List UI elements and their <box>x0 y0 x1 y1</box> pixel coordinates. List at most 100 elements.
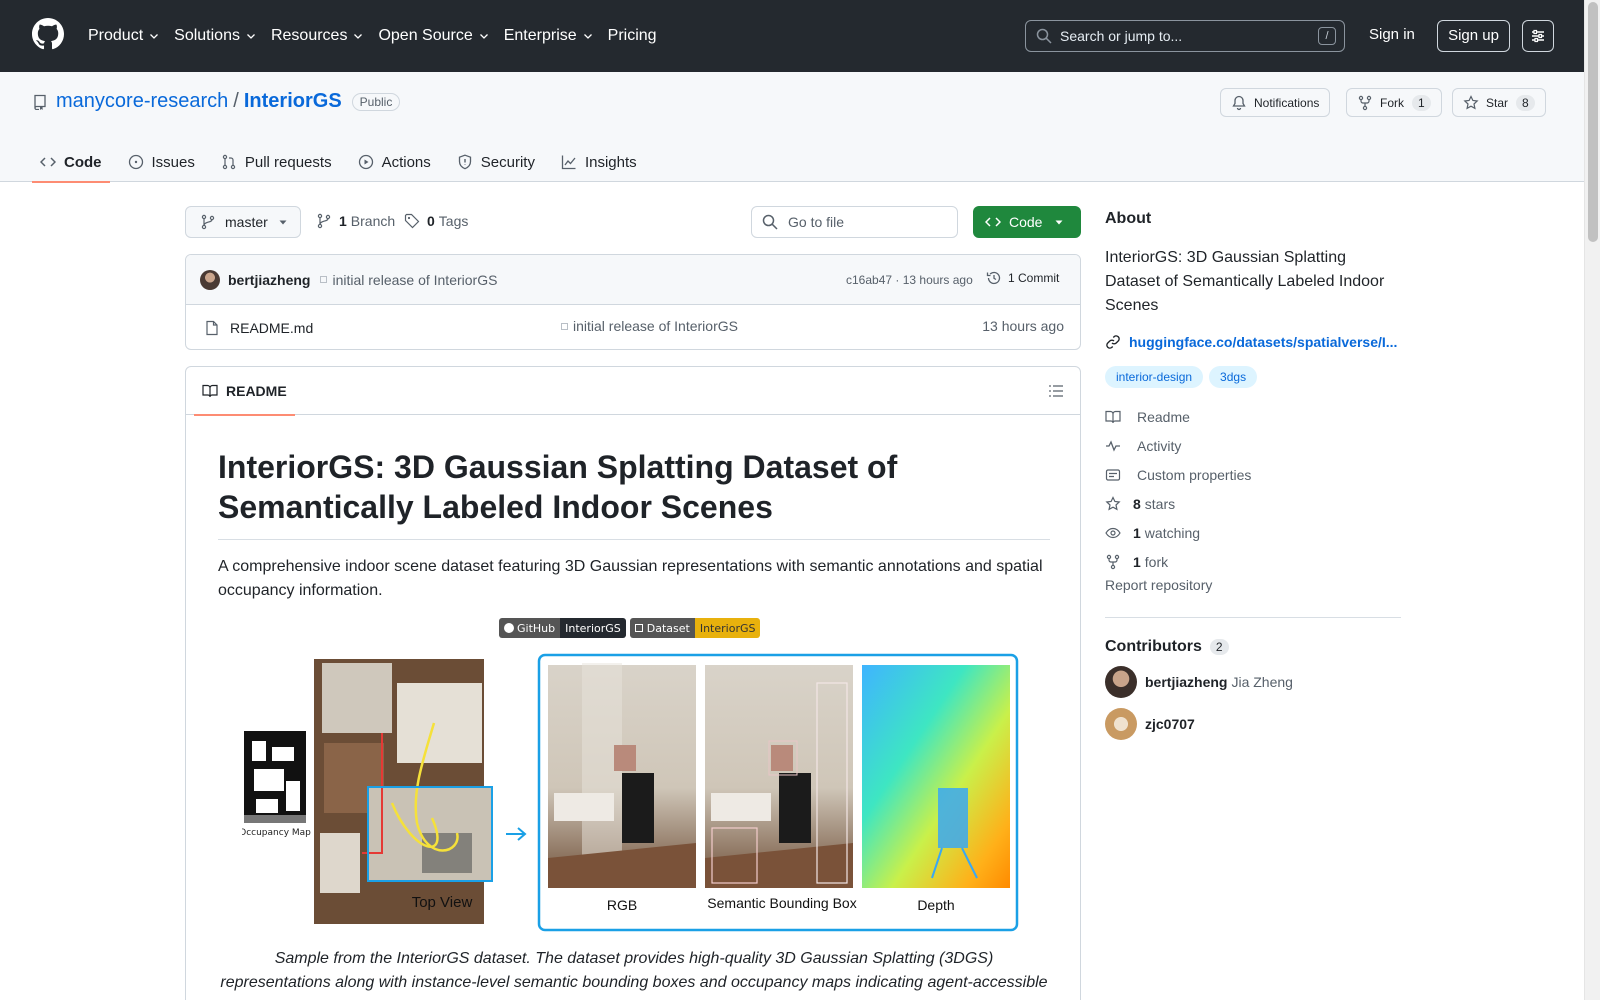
branches-link[interactable]: 1 Branch <box>316 213 395 229</box>
about-heading: About <box>1105 210 1152 227</box>
bell-icon <box>1232 95 1246 110</box>
depth-view: Depth <box>862 665 1010 913</box>
avatar[interactable] <box>1105 666 1137 698</box>
avatar[interactable] <box>200 269 220 290</box>
list-outline-icon[interactable] <box>1048 383 1064 399</box>
custom-properties-link[interactable]: Custom properties <box>1105 460 1401 489</box>
star-icon <box>1105 495 1121 510</box>
star-button[interactable]: Star 8 <box>1452 88 1546 117</box>
commit-author-link[interactable]: bertjiazheng <box>228 272 310 288</box>
history-icon <box>986 271 1001 285</box>
topic-tag[interactable]: interior-design <box>1105 366 1204 388</box>
semantic-bbox-view: Semantic Bounding Box <box>705 665 857 911</box>
topic-tag[interactable]: 3dgs <box>1209 366 1258 388</box>
forks-link[interactable]: 1 fork <box>1105 547 1401 576</box>
file-name-link[interactable]: README.md <box>230 320 313 336</box>
repo-tabs: Code Issues Pull requests Actions Securi… <box>32 142 655 183</box>
graph-icon <box>561 155 576 170</box>
tab-pull-requests[interactable]: Pull requests <box>213 142 340 182</box>
caret-down-icon <box>1055 220 1063 225</box>
stars-link[interactable]: 8 stars <box>1105 489 1401 518</box>
fork-icon <box>1106 554 1120 569</box>
search-shortcut-key: / <box>1318 27 1336 45</box>
database-icon <box>634 624 643 632</box>
commit-sha-time[interactable]: c16ab47 · 13 hours ago <box>846 273 973 287</box>
star-count: 8 <box>1516 94 1535 111</box>
file-icon <box>206 320 218 335</box>
nav-solutions[interactable]: Solutions <box>174 27 257 45</box>
code-dropdown-button[interactable]: Code <box>973 206 1081 238</box>
book-icon <box>1105 410 1121 423</box>
eye-icon <box>1105 527 1121 538</box>
file-commit-date: 13 hours ago <box>982 318 1064 334</box>
repo-name-link[interactable]: InteriorGS <box>244 90 342 113</box>
branch-icon <box>317 213 331 229</box>
tab-actions[interactable]: Actions <box>350 142 439 182</box>
commit-message-link[interactable]: initial release of InteriorGS <box>320 272 497 288</box>
nav-open-source[interactable]: Open Source <box>378 27 489 45</box>
repository-header: manycore-research / InteriorGS Public No… <box>0 72 1584 183</box>
report-repository-link[interactable]: Report repository <box>1105 577 1401 601</box>
file-list: bertjiazheng initial release of Interior… <box>185 254 1081 350</box>
search-icon <box>1036 28 1052 44</box>
watchers-link[interactable]: 1 watching <box>1105 518 1401 547</box>
github-logo-icon[interactable] <box>32 18 64 50</box>
readme-link[interactable]: Readme <box>1105 402 1401 431</box>
chevron-down-icon <box>583 34 592 39</box>
nav-resources[interactable]: Resources <box>271 27 364 45</box>
tab-insights[interactable]: Insights <box>553 142 645 182</box>
caret-down-icon <box>279 220 287 225</box>
repo-owner-link[interactable]: manycore-research <box>56 90 228 113</box>
activity-link[interactable]: Activity <box>1105 431 1401 460</box>
readme-tab[interactable]: README <box>194 367 295 416</box>
branch-icon <box>201 214 215 230</box>
search-icon <box>762 214 778 230</box>
scrollbar-thumb[interactable] <box>1588 2 1598 242</box>
notifications-button[interactable]: Notifications <box>1220 88 1331 117</box>
topics: interior-design 3dgs <box>1105 366 1401 388</box>
github-badge[interactable]: GitHub InteriorGS <box>499 618 626 638</box>
page-scrollbar[interactable] <box>1584 0 1600 1000</box>
tab-issues[interactable]: Issues <box>120 142 203 182</box>
homepage-link[interactable]: huggingface.co/datasets/spatialverse/I..… <box>1105 334 1401 350</box>
pull-request-icon <box>222 154 236 170</box>
code-icon <box>40 157 56 167</box>
arrow-right-icon <box>506 827 527 841</box>
branch-selector-button[interactable]: master <box>185 206 301 238</box>
star-icon <box>1463 94 1479 109</box>
nav-enterprise[interactable]: Enterprise <box>504 27 594 45</box>
shield-icon <box>458 154 471 170</box>
top-view-label: Top View <box>412 894 473 911</box>
dataset-badge[interactable]: Dataset InteriorGS <box>629 618 761 638</box>
about-stats: Readme Activity Custom properties 8 stars… <box>1105 402 1401 576</box>
fork-icon <box>1358 95 1372 110</box>
avatar[interactable] <box>1105 708 1137 740</box>
code-icon <box>985 217 1001 227</box>
contributors-heading: Contributors 2 <box>1105 638 1401 656</box>
tab-security[interactable]: Security <box>449 142 543 182</box>
global-header: Product Solutions Resources Open Source … <box>0 0 1600 72</box>
repo-icon <box>34 94 46 110</box>
fork-button[interactable]: Fork 1 <box>1346 88 1442 117</box>
contributor-item[interactable]: zjc0707 <box>1105 708 1401 740</box>
contributor-item[interactable]: bertjiazheng Jia Zheng <box>1105 666 1401 698</box>
play-icon <box>358 154 373 170</box>
sign-in-link[interactable]: Sign in <box>1369 26 1415 43</box>
repo-title: manycore-research / InteriorGS Public <box>32 90 401 113</box>
link-icon <box>1106 335 1120 349</box>
nav-product[interactable]: Product <box>88 27 160 45</box>
nav-pricing[interactable]: Pricing <box>608 27 657 45</box>
semantic-bbox-label: Semantic Bounding Box <box>707 895 856 911</box>
commit-history-link[interactable]: 1 Commit <box>986 270 1059 286</box>
tags-link[interactable]: 0 Tags <box>404 213 468 229</box>
occupancy-map-label: Occupancy Map <box>242 828 311 838</box>
table-row[interactable]: README.md initial release of InteriorGS … <box>186 305 1080 349</box>
rgb-view: RGB <box>548 663 696 913</box>
settings-menu-button[interactable] <box>1522 20 1554 52</box>
tab-code[interactable]: Code <box>32 142 110 183</box>
top-view: Top View <box>314 659 493 924</box>
global-search-input[interactable]: Search or jump to... / <box>1025 20 1345 52</box>
sign-up-button[interactable]: Sign up <box>1437 20 1510 52</box>
file-commit-message-link[interactable]: initial release of InteriorGS <box>561 318 738 334</box>
go-to-file-input[interactable]: Go to file <box>751 206 958 238</box>
